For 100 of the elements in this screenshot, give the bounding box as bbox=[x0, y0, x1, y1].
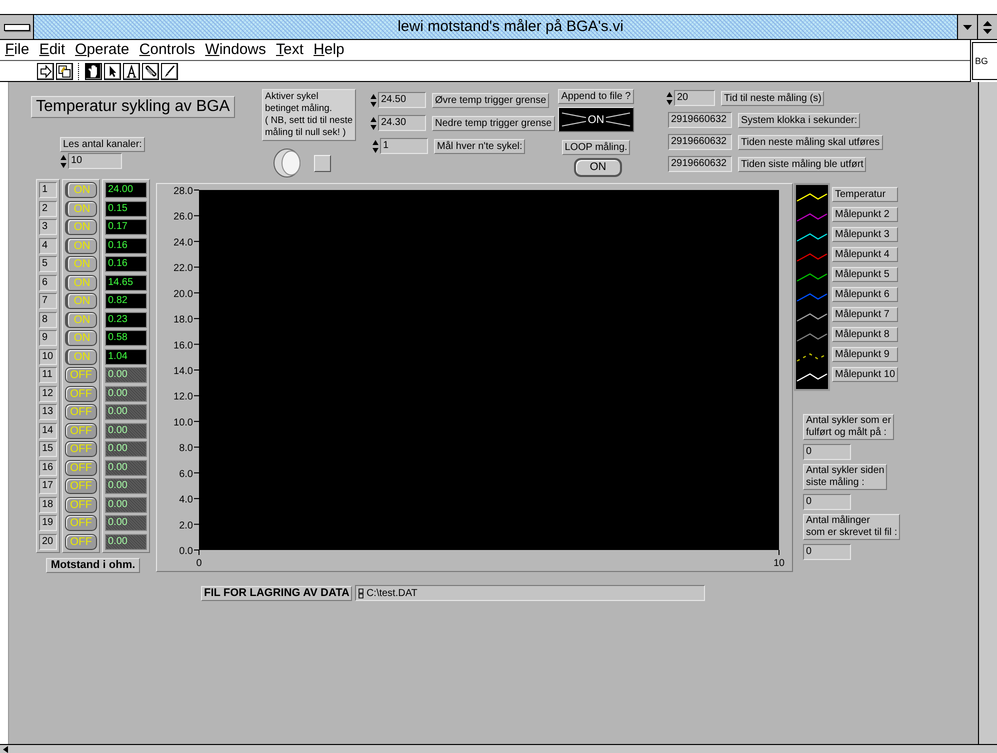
channel-number: 20 bbox=[39, 534, 57, 550]
channel-number: 15 bbox=[39, 441, 57, 457]
horizontal-scrollbar[interactable] bbox=[0, 744, 997, 753]
on-off-switch[interactable]: OFF bbox=[65, 515, 97, 531]
menu-item[interactable]: Operate bbox=[74, 40, 138, 60]
numeric-indicator: 2919660632 bbox=[668, 134, 732, 150]
channel-number: 16 bbox=[39, 460, 57, 476]
on-off-switch[interactable]: OFF bbox=[65, 422, 97, 438]
channel-number: 14 bbox=[39, 422, 57, 438]
field-label: Antal sykler siden siste måling : bbox=[803, 464, 888, 490]
on-off-switch[interactable]: ON bbox=[65, 219, 97, 235]
value-display: 0.00 bbox=[105, 386, 147, 402]
value-display: 0.00 bbox=[105, 534, 147, 550]
channel-number: 11 bbox=[39, 367, 57, 383]
vertical-scrollbar[interactable] bbox=[978, 82, 997, 744]
spinner-arrows-icon[interactable] bbox=[666, 90, 673, 106]
field-label: Antal sykler som er fulført og målt på : bbox=[803, 414, 894, 440]
numeric-field[interactable]: 24.30 bbox=[378, 115, 426, 131]
tool-button[interactable] bbox=[85, 62, 102, 80]
value-display: 0.16 bbox=[105, 256, 147, 272]
on-off-switch[interactable]: OFF bbox=[65, 367, 97, 383]
channel-number: 9 bbox=[39, 330, 57, 346]
on-off-switch[interactable]: OFF bbox=[65, 386, 97, 402]
channel-number: 18 bbox=[39, 496, 57, 512]
menu-item[interactable]: Windows bbox=[204, 40, 276, 60]
value-display: 0.00 bbox=[105, 404, 147, 420]
run-button[interactable] bbox=[37, 62, 54, 80]
channel-number: 8 bbox=[39, 312, 57, 328]
toggle-knob[interactable] bbox=[272, 147, 302, 179]
on-off-switch[interactable]: ON bbox=[65, 274, 97, 290]
on-off-switch[interactable]: OFF bbox=[65, 404, 97, 420]
menu-item[interactable]: Edit bbox=[38, 40, 74, 60]
on-off-switch[interactable]: ON bbox=[65, 348, 97, 364]
minimize-button[interactable] bbox=[957, 15, 977, 39]
numeric-field[interactable]: 10 bbox=[68, 153, 122, 169]
menu-item[interactable]: Text bbox=[275, 40, 313, 60]
field-label: Antal målinger som er skrevet til fil : bbox=[803, 514, 900, 540]
toggle-indicator[interactable]: ON bbox=[558, 107, 634, 132]
hand-icon bbox=[87, 64, 100, 78]
run-arrow-icon bbox=[39, 64, 52, 78]
run-continuously-button[interactable] bbox=[56, 62, 73, 80]
on-off-switch[interactable]: OFF bbox=[65, 478, 97, 494]
path-field[interactable]: C:\test.DAT bbox=[355, 585, 706, 601]
channel-number: 4 bbox=[39, 238, 57, 254]
legend-label: Målepunkt 9 bbox=[832, 347, 898, 362]
spinner-arrows-icon[interactable] bbox=[370, 92, 377, 108]
tool-button[interactable] bbox=[104, 62, 121, 80]
value-display: 0.00 bbox=[105, 441, 147, 457]
on-off-switch[interactable]: ON bbox=[65, 330, 97, 346]
channel-number: 17 bbox=[39, 478, 57, 494]
panel-title: Temperatur sykling av BGA bbox=[31, 96, 235, 118]
spinner-arrows-icon[interactable] bbox=[60, 154, 67, 168]
field-label: Les antal kanaler: bbox=[60, 137, 145, 152]
channel-number: 10 bbox=[39, 348, 57, 364]
value-display: 0.00 bbox=[105, 422, 147, 438]
spinner-arrows-icon[interactable] bbox=[372, 138, 379, 154]
on-off-switch[interactable]: ON bbox=[65, 293, 97, 309]
tick-label: 10.0 bbox=[174, 417, 193, 428]
tick-label: 14.0 bbox=[174, 366, 193, 377]
on-off-switch[interactable]: OFF bbox=[65, 496, 97, 512]
on-off-switch[interactable]: ON bbox=[65, 182, 97, 198]
numeric-indicator: 0 bbox=[803, 444, 851, 460]
on-off-switch[interactable]: ON bbox=[65, 256, 97, 272]
on-off-switch[interactable]: ON bbox=[65, 312, 97, 328]
on-off-switch[interactable]: ON bbox=[65, 200, 97, 216]
numeric-indicator: 0 bbox=[803, 544, 851, 560]
system-menu-button[interactable] bbox=[0, 15, 34, 39]
value-display: 14.65 bbox=[105, 274, 147, 290]
restore-button[interactable] bbox=[977, 15, 997, 39]
tick-label: 10 bbox=[773, 558, 785, 569]
tick-label: 2.0 bbox=[179, 520, 193, 532]
channel-number: 7 bbox=[39, 293, 57, 309]
field-label: Tiden neste måling skal utføres bbox=[738, 134, 883, 150]
spinner-arrows-icon[interactable] bbox=[370, 116, 377, 130]
on-off-switch[interactable]: OFF bbox=[65, 441, 97, 457]
menu-item[interactable]: Controls bbox=[138, 40, 204, 60]
value-display: 0.00 bbox=[105, 478, 147, 494]
square-button[interactable] bbox=[314, 154, 331, 172]
tick-label: 20.0 bbox=[174, 288, 193, 300]
legend-label: Målepunkt 8 bbox=[832, 327, 898, 342]
numeric-field[interactable]: 24.50 bbox=[378, 92, 426, 108]
toggle-button[interactable]: ON bbox=[574, 158, 622, 177]
on-off-switch[interactable]: OFF bbox=[65, 460, 97, 476]
menu-item[interactable]: Help bbox=[312, 40, 354, 60]
value-display: 1.04 bbox=[105, 348, 147, 364]
numeric-field[interactable]: 1 bbox=[380, 138, 428, 154]
legend-label: Temperatur bbox=[832, 187, 898, 202]
caret-icon bbox=[963, 24, 972, 30]
window-tab[interactable]: BG bbox=[972, 42, 997, 80]
on-off-switch[interactable]: OFF bbox=[65, 534, 97, 550]
numeric-field[interactable]: 20 bbox=[674, 90, 715, 106]
tool-button[interactable] bbox=[161, 62, 178, 80]
legend-label: Målepunkt 4 bbox=[832, 247, 898, 262]
tool-button[interactable] bbox=[142, 62, 159, 80]
tool-button[interactable] bbox=[123, 62, 140, 80]
value-display: 24.00 bbox=[105, 182, 147, 198]
value-display: 0.58 bbox=[105, 330, 147, 346]
on-off-switch[interactable]: ON bbox=[65, 238, 97, 254]
menu-item[interactable]: File bbox=[4, 40, 38, 60]
field-label: Nedre temp trigger grense bbox=[432, 116, 555, 130]
